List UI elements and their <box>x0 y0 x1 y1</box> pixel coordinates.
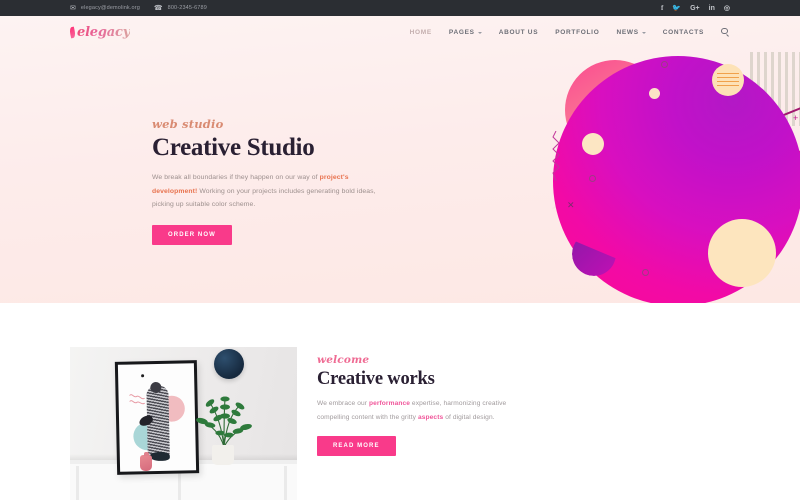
leaf-icon <box>68 26 77 38</box>
nav-item-portfolio[interactable]: PORTFOLIO <box>555 29 599 36</box>
framed-art-print <box>114 360 200 475</box>
x-mark-icon: ✕ <box>567 200 575 210</box>
magenta-circle-right <box>768 147 800 187</box>
welcome-eyebrow: welcome <box>317 354 370 366</box>
hero-section: elegacy HOME PAGES ABOUT US PORTFOLIO NE… <box>0 16 800 303</box>
phone-text: 800-2345-6789 <box>167 5 207 11</box>
order-now-button[interactable]: ORDER NOW <box>152 225 232 245</box>
hero-title: Creative Studio <box>152 134 315 161</box>
large-magenta-circle <box>553 56 800 303</box>
welcome-paragraph-part-3: of digital design. <box>443 413 495 421</box>
email-link[interactable]: ✉ elegacy@demolink.org <box>70 5 140 12</box>
nav-item-news[interactable]: NEWS <box>616 28 646 36</box>
nav-label: CONTACTS <box>662 28 704 36</box>
outline-circle-2 <box>589 175 596 182</box>
plant-pot <box>212 445 234 465</box>
main-navigation: elegacy HOME PAGES ABOUT US PORTFOLIO NE… <box>68 16 730 48</box>
welcome-title: Creative works <box>317 369 435 389</box>
facebook-icon[interactable]: f <box>661 4 663 12</box>
plus-mark-icon: + <box>793 113 799 123</box>
wall-disc-decor <box>214 349 244 379</box>
logo-text: elegacy <box>77 24 131 40</box>
read-more-button[interactable]: READ MORE <box>317 436 396 457</box>
welcome-highlight-performance: performance <box>368 400 410 408</box>
chevron-down-icon <box>641 31 646 34</box>
welcome-highlight-aspects: aspects <box>418 413 444 421</box>
zigzag-line-shape <box>552 131 560 181</box>
purple-halfmoon-shape <box>572 232 616 276</box>
welcome-photo <box>70 347 297 500</box>
striped-cream-circle <box>712 64 744 96</box>
welcome-paragraph: We embrace our performance expertise, ha… <box>317 397 517 424</box>
nav-label: HOME <box>409 28 432 36</box>
hero-eyebrow: web studio <box>152 117 224 131</box>
outline-circle-1 <box>661 61 668 68</box>
striped-panel-shape <box>750 52 800 126</box>
hero-paragraph: We break all boundaries if they happen o… <box>152 171 382 211</box>
cream-circle-large <box>708 219 776 287</box>
nav-item-pages[interactable]: PAGES <box>449 29 482 36</box>
envelope-icon: ✉ <box>70 4 76 12</box>
nav-item-home[interactable]: HOME <box>410 29 432 36</box>
hero-paragraph-part-1: We break all boundaries if they happen o… <box>152 174 320 182</box>
phone-link[interactable]: ☎ 800-2345-6789 <box>154 5 207 12</box>
search-icon[interactable] <box>721 27 730 37</box>
nav-label: PORTFOLIO <box>555 28 600 36</box>
phone-icon: ☎ <box>153 4 163 12</box>
nav-item-about-us[interactable]: ABOUT US <box>499 29 539 36</box>
welcome-section: welcome Creative works We embrace our pe… <box>0 303 800 500</box>
cream-circle-tiny <box>649 88 660 99</box>
diagonal-line-shape <box>550 106 800 210</box>
cream-circle-small <box>582 133 604 155</box>
hero-decorative-graphic: ✕ + <box>0 16 800 303</box>
outline-circle-3 <box>642 269 649 276</box>
linkedin-icon[interactable]: in <box>709 5 715 12</box>
pink-gradient-circle <box>565 60 665 160</box>
potted-plant <box>196 396 252 447</box>
instagram-icon[interactable]: ◎ <box>724 5 730 12</box>
social-links: f 🐦 G+ in ◎ <box>661 4 730 12</box>
twitter-icon[interactable]: 🐦 <box>672 4 681 12</box>
nav-label: PAGES <box>448 28 475 36</box>
pink-vase <box>140 452 152 471</box>
welcome-paragraph-part-1: We embrace our <box>317 400 369 408</box>
nav-label: ABOUT US <box>498 28 539 36</box>
nav-item-contacts[interactable]: CONTACTS <box>663 29 704 36</box>
top-bar: ✉ elegacy@demolink.org ☎ 800-2345-6789 f… <box>0 0 800 16</box>
chevron-down-icon <box>477 31 482 34</box>
google-plus-icon[interactable]: G+ <box>690 5 700 12</box>
site-logo[interactable]: elegacy <box>68 24 131 40</box>
nav-label: NEWS <box>616 28 639 36</box>
email-text: elegacy@demolink.org <box>80 5 140 11</box>
